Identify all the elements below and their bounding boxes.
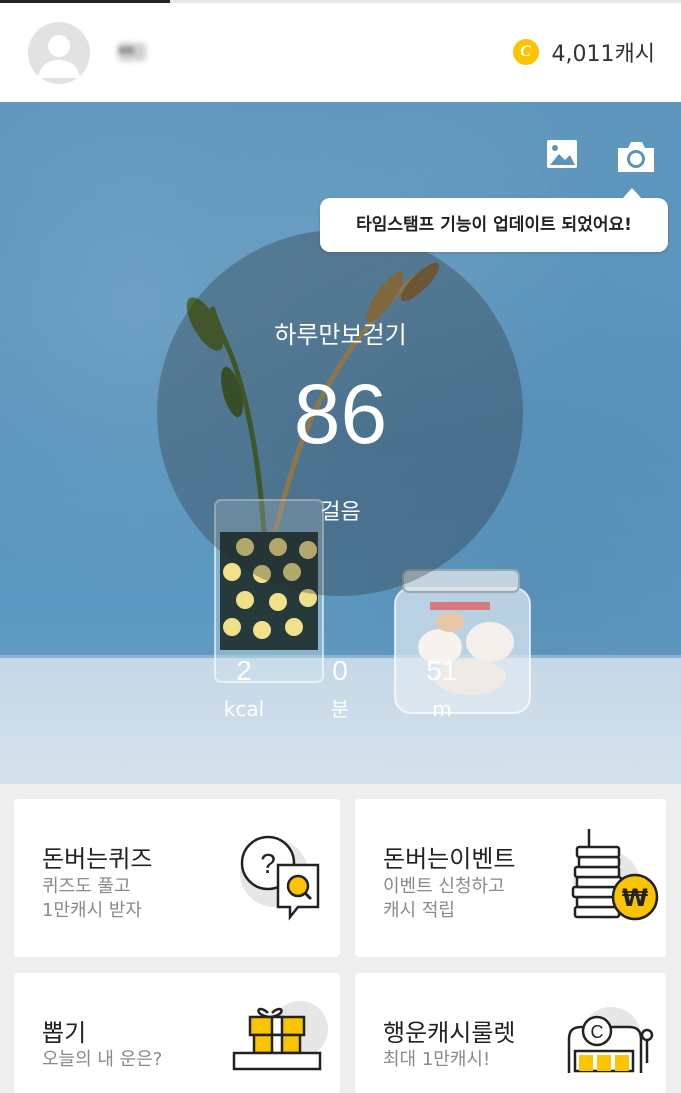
card-subtitle: 오늘의 내 운은? [42,1048,162,1072]
stat-unit: m [432,697,452,721]
gift-box-icon [232,1001,328,1071]
card-subtitle-line: 캐시 적립 [383,900,455,921]
username: ** [118,43,146,62]
card-draw[interactable]: 뽑기 오늘의 내 운은? [14,973,340,1093]
slot-machine-icon: C [567,1007,654,1073]
card-title: 뽑기 [42,1019,87,1047]
cash-balance[interactable]: C 4,011캐시 [512,36,655,68]
card-money-quiz[interactable]: 돈버는퀴즈 퀴즈도 풀고 1만캐시 받자 ? [14,799,340,957]
stat-distance: 51 m [382,654,502,722]
avatar[interactable] [28,22,90,84]
card-title: 행운캐시룰렛 [383,1019,516,1047]
quiz-icon: ? [240,835,320,921]
hero-title: 하루만보걷기 [274,321,407,349]
svg-text:₩: ₩ [622,884,649,912]
tooltip-text: 타임스탬프 기능이 업데이트 되었어요! [356,215,632,235]
svg-text:C: C [591,1022,604,1042]
card-subtitle-line: 1만캐시 받자 [42,900,142,921]
header: ** C 4,011캐시 [0,3,681,102]
card-subtitle: 최대 1만캐시! [383,1048,490,1072]
svg-text:?: ? [260,848,276,879]
card-subtitle: 이벤트 신청하고 캐시 적립 [383,875,505,923]
card-title: 돈버는이벤트 [383,845,516,873]
stat-value: 51 [426,655,458,686]
card-subtitle-line: 퀴즈도 풀고 [42,876,131,897]
gallery-icon[interactable] [541,136,585,174]
card-subtitle-line: 오늘의 내 운은? [42,1049,163,1070]
walking-hero: 타임스탬프 기능이 업데이트 되었어요! 하루만보걷기 86 걸음 2 kcal… [0,102,681,784]
card-money-event[interactable]: 돈버는이벤트 이벤트 신청하고 캐시 적립 ₩ [355,799,666,957]
card-subtitle-line: 이벤트 신청하고 [383,876,505,897]
cash-amount: 4,011캐시 [551,42,655,67]
timestamp-update-tooltip[interactable]: 타임스탬프 기능이 업데이트 되었어요! [320,188,668,252]
camera-icon[interactable] [614,138,658,176]
coin-stack-icon: ₩ [571,829,659,921]
card-subtitle: 퀴즈도 풀고 1만캐시 받자 [42,875,142,923]
coin-icon: C [512,39,539,65]
step-count: 86 [293,367,388,461]
step-unit: 걸음 [320,500,361,525]
user-silhouette-icon [38,35,80,78]
card-subtitle-line: 최대 1만캐시! [383,1049,491,1070]
card-lucky-roulette[interactable]: 행운캐시룰렛 최대 1만캐시! C [355,973,666,1093]
card-title: 돈버는퀴즈 [42,845,153,873]
